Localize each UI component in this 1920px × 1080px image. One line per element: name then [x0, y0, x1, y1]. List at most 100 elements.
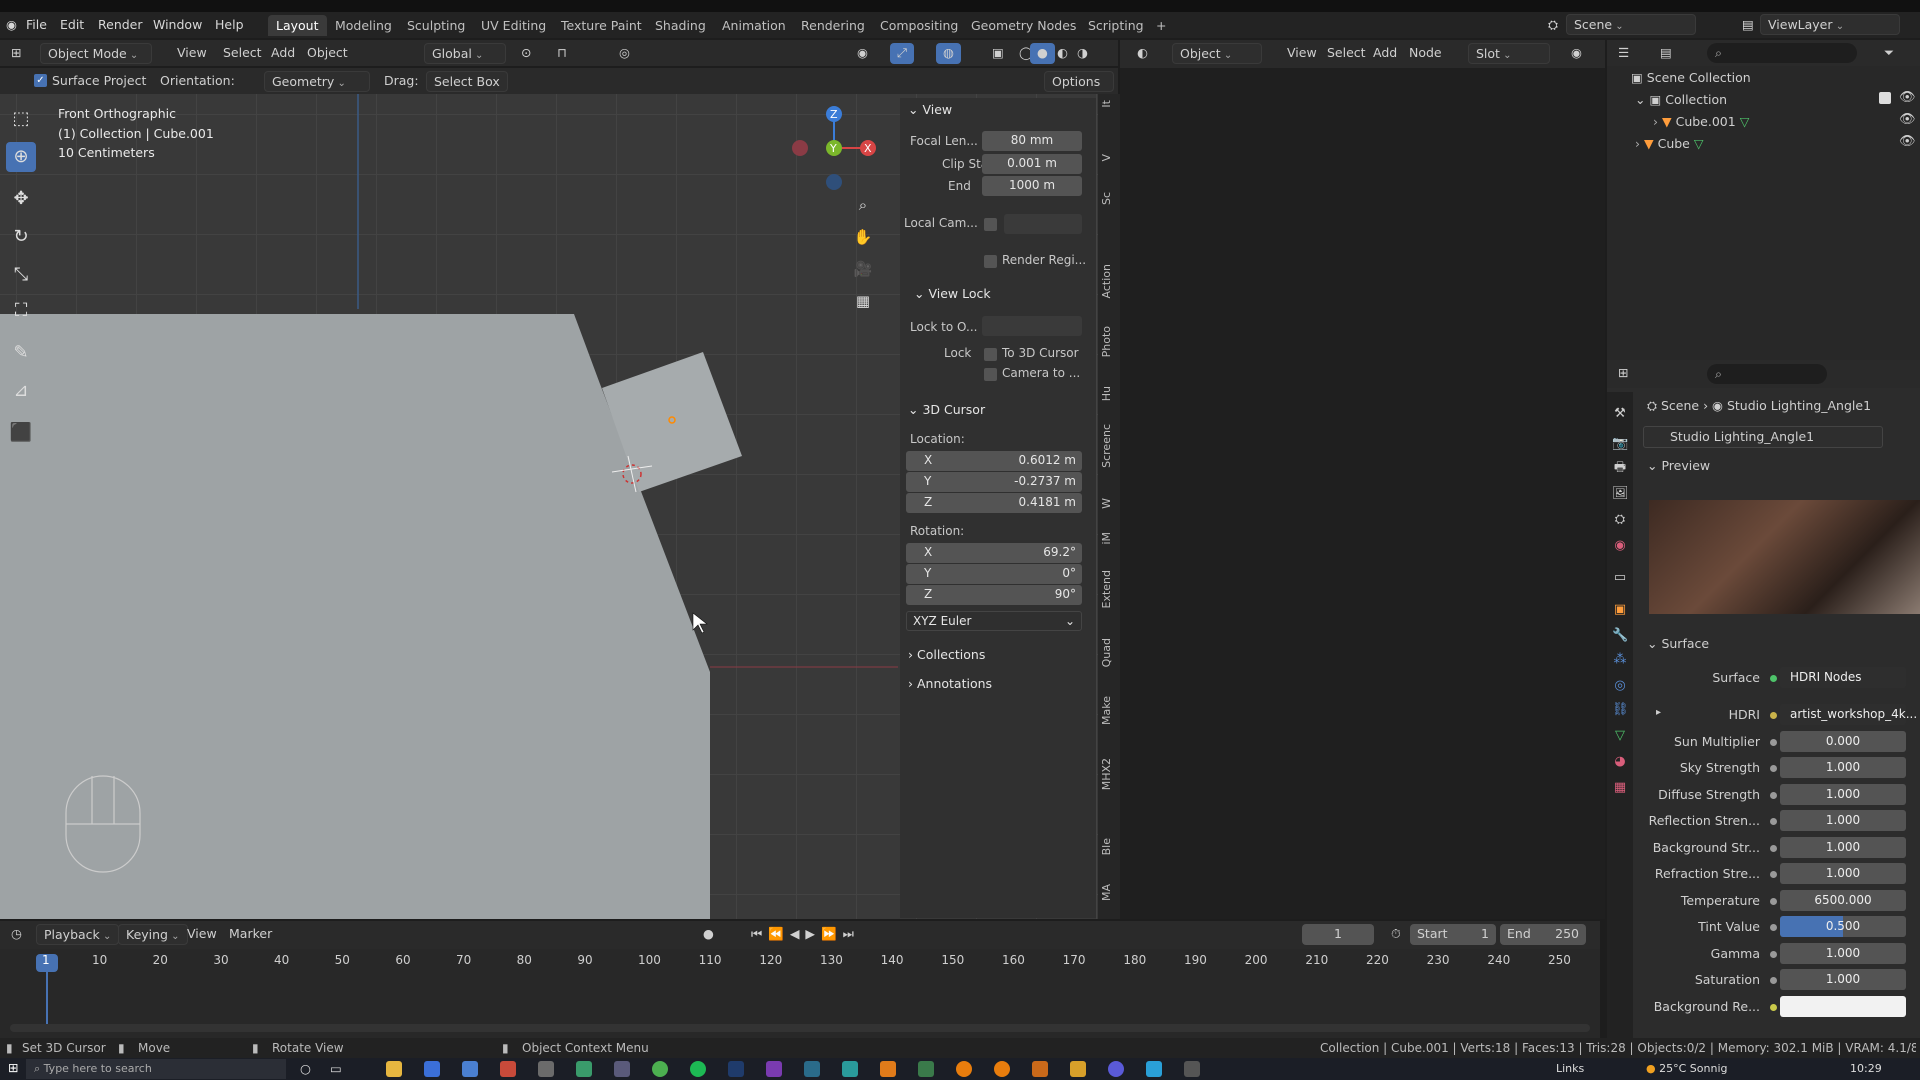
shader-type-selector[interactable]: Object: [1172, 43, 1262, 64]
tab-sc[interactable]: Sc: [1100, 192, 1118, 205]
tab-w[interactable]: W: [1100, 498, 1118, 509]
camera-to-view-checkbox[interactable]: [984, 368, 997, 381]
tab-animation[interactable]: Animation: [714, 15, 794, 36]
menu-view[interactable]: View: [170, 43, 214, 64]
snap-icon[interactable]: ⊓: [550, 43, 574, 64]
blender-taskbar-icon-2[interactable]: [994, 1061, 1010, 1077]
measure-tool-icon[interactable]: ⊿: [6, 376, 36, 406]
app-icon-8[interactable]: [804, 1061, 820, 1077]
keying-menu[interactable]: Keying: [118, 924, 188, 945]
world-tab-icon[interactable]: ◉: [1612, 538, 1628, 554]
node-menu-node[interactable]: Node: [1402, 43, 1449, 64]
camera-view-icon[interactable]: 🎥: [852, 260, 874, 282]
slot-selector[interactable]: Slot: [1468, 43, 1550, 64]
taskbar-links[interactable]: Links: [1556, 1062, 1584, 1075]
tab-rendering[interactable]: Rendering: [793, 15, 873, 36]
annotate-tool-icon[interactable]: ✎: [6, 338, 36, 368]
timeline-view-menu[interactable]: View: [180, 924, 224, 945]
data-tab-icon[interactable]: ▽: [1612, 728, 1628, 744]
prop-row-diffuse-strength[interactable]: Diffuse Strength 1.000: [1630, 784, 1920, 806]
shading-rendered-icon[interactable]: ◑: [1070, 43, 1095, 64]
world-selector[interactable]: Studio Lighting_Angle1: [1643, 426, 1883, 448]
view-panel-header[interactable]: ⌄ View: [900, 102, 1096, 117]
preview-range-icon[interactable]: ⏱: [1384, 924, 1408, 945]
blender-logo-icon[interactable]: ◉: [6, 17, 17, 32]
modifier-tab-icon[interactable]: 🔧: [1612, 628, 1628, 644]
local-camera-checkbox[interactable]: [984, 218, 997, 231]
node-editor-type-icon[interactable]: ◐: [1130, 43, 1155, 64]
app-icon-2[interactable]: [462, 1061, 478, 1077]
properties-search-icon[interactable]: ⌕: [1707, 364, 1827, 384]
menu-select[interactable]: Select: [216, 43, 269, 64]
xray-icon[interactable]: ▣: [985, 43, 1011, 64]
tab-ma[interactable]: MA: [1100, 884, 1118, 901]
menu-window[interactable]: Window: [153, 17, 202, 32]
scene-tab-icon[interactable]: ⛭: [1612, 512, 1628, 528]
tab-ble[interactable]: Ble: [1100, 838, 1118, 855]
outliner-display-icon[interactable]: ▤: [1653, 43, 1679, 64]
move-tool-icon[interactable]: ✥: [6, 184, 36, 214]
app-icon-14[interactable]: [1146, 1061, 1162, 1077]
properties-type-icon[interactable]: ⊞: [1611, 363, 1635, 384]
menu-help[interactable]: Help: [215, 17, 244, 32]
transform-orientation[interactable]: Global: [424, 43, 506, 64]
prop-row-surface[interactable]: Surface HDRI Nodes: [1630, 667, 1920, 689]
node-menu-add[interactable]: Add: [1366, 43, 1404, 64]
collection-eye-icon[interactable]: 👁: [1899, 90, 1916, 105]
prop-row-temperature[interactable]: Temperature 6500.000: [1630, 890, 1920, 912]
collection-row[interactable]: ⌄ ▣ Collection: [1635, 92, 1727, 107]
scene-collection-row[interactable]: ▣ Scene Collection: [1631, 70, 1751, 85]
clip-end-field[interactable]: 1000 m: [982, 176, 1082, 196]
texture-tab-icon[interactable]: ▦: [1612, 780, 1628, 796]
app-icon-10[interactable]: [880, 1061, 896, 1077]
outliner-search-icon[interactable]: ⌕: [1707, 43, 1857, 63]
start-windows-icon[interactable]: ⊞: [8, 1060, 18, 1075]
tab-sculpting[interactable]: Sculpting: [399, 15, 473, 36]
tab-modeling[interactable]: Modeling: [327, 15, 400, 36]
tab-photo[interactable]: Photo: [1100, 326, 1118, 357]
tab-item[interactable]: It: [1100, 100, 1118, 108]
particles-tab-icon[interactable]: ⁂: [1612, 652, 1628, 668]
prop-row-gamma[interactable]: Gamma 1.000: [1630, 943, 1920, 965]
add-workspace-button[interactable]: +: [1148, 15, 1174, 36]
3d-cursor-panel-header[interactable]: ⌄ 3D Cursor: [900, 402, 1096, 417]
visibility-icon[interactable]: ◉: [850, 43, 875, 64]
menu-file[interactable]: File: [26, 17, 47, 32]
tool-tab-icon[interactable]: ⚒: [1612, 406, 1628, 422]
mode-selector[interactable]: Object Mode: [40, 43, 152, 64]
prop-row-tint-value[interactable]: Tint Value 0.500: [1630, 916, 1920, 938]
menu-render[interactable]: Render: [98, 17, 143, 32]
collections-panel-header[interactable]: › Collections: [900, 647, 1096, 662]
proportional-icon[interactable]: ◎: [612, 43, 637, 64]
node-world-icon[interactable]: ◉: [1564, 43, 1589, 64]
tab-scripting[interactable]: Scripting: [1080, 15, 1152, 36]
cortana-icon[interactable]: ○: [300, 1061, 316, 1077]
viewlayer-selector[interactable]: ViewLayer: [1760, 14, 1900, 35]
clip-start-field[interactable]: 0.001 m: [982, 154, 1082, 174]
tab-shading[interactable]: Shading: [647, 15, 714, 36]
blender-taskbar-icon[interactable]: [956, 1061, 972, 1077]
scale-tool-icon[interactable]: ⤡: [6, 260, 36, 290]
prop-row-background-color[interactable]: Background Re...: [1630, 996, 1920, 1018]
node-editor-canvas[interactable]: [1120, 68, 1605, 919]
tab-layout[interactable]: Layout: [268, 15, 327, 36]
lock-to-object-field[interactable]: [982, 316, 1082, 336]
app-icon-5[interactable]: [576, 1061, 592, 1077]
app-icon-6[interactable]: [614, 1061, 630, 1077]
taskbar-search-input[interactable]: ⌕ Type here to search: [26, 1059, 286, 1079]
orientation-selector[interactable]: Geometry: [264, 71, 370, 92]
annotations-panel-header[interactable]: › Annotations: [900, 676, 1096, 691]
node-menu-view[interactable]: View: [1280, 43, 1324, 64]
view-layer-tab-icon[interactable]: 🖼: [1612, 486, 1629, 502]
timeline-type-icon[interactable]: ◷: [4, 924, 29, 945]
transform-tool-icon[interactable]: ⛶: [6, 296, 36, 326]
current-frame-field[interactable]: 1: [1302, 924, 1374, 945]
outliner-item-cube[interactable]: › ▼ Cube ▽: [1635, 136, 1703, 151]
prop-row-background-strength[interactable]: Background Str... 1.000: [1630, 837, 1920, 859]
tab-im[interactable]: iM: [1100, 532, 1118, 545]
app-icon-7[interactable]: [766, 1061, 782, 1077]
tab-view[interactable]: V: [1100, 154, 1118, 162]
tab-hu[interactable]: Hu: [1100, 386, 1118, 401]
cursor-rotation-x[interactable]: X 69.2°: [906, 543, 1082, 563]
ortho-grid-icon[interactable]: ▦: [852, 292, 874, 314]
